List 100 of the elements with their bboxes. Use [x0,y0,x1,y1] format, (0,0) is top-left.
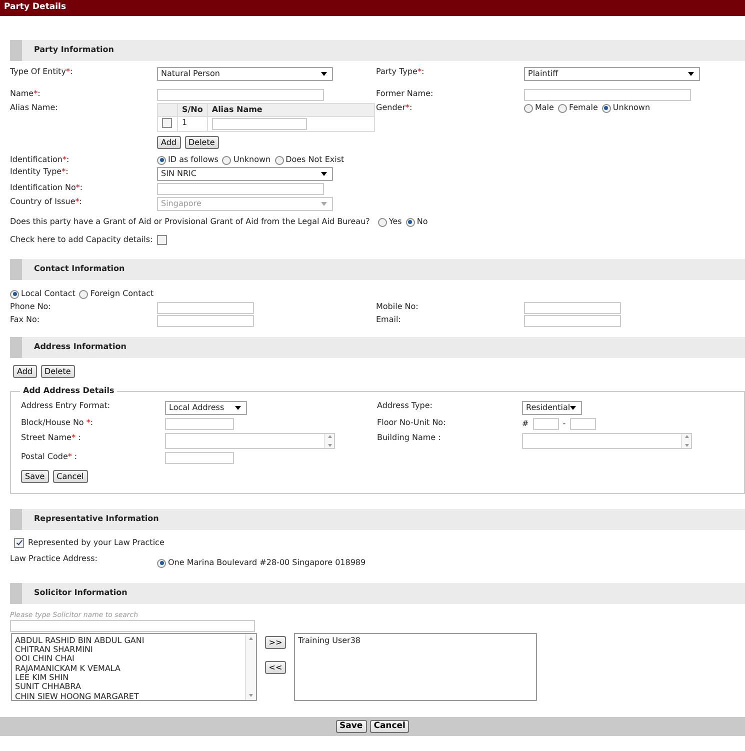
list-item[interactable]: LEE KIM SHIN [15,672,242,682]
caret-icon [321,172,327,176]
fieldset-legend: Add Address Details [20,386,118,396]
radio-label: No [416,217,428,227]
list-item[interactable]: OOI CHIN CHAI [15,654,242,664]
field-label: Email: [376,315,401,324]
section-header: Address Information [10,337,745,358]
scroll-down-icon[interactable] [328,444,332,447]
section-header: Party Information [10,40,745,61]
scroll-up-icon[interactable] [328,435,332,438]
add-button[interactable]: Add [13,365,36,378]
unit-field[interactable] [570,418,596,430]
checkbox-label: Check here to add Capacity details: [10,235,153,245]
field-label: Party Type*: [376,67,424,76]
radio-button[interactable] [558,104,567,112]
field-label: Gender*: [376,103,412,112]
radio-button[interactable] [274,156,284,164]
unit-separator: - [562,419,566,429]
text-field[interactable] [157,183,324,195]
save-button[interactable]: Save [336,720,367,733]
radio-button[interactable] [602,104,611,112]
scroll-up-icon[interactable] [249,636,253,640]
field-label: Postal Code* : [21,452,78,461]
search-field[interactable] [10,620,255,632]
selected-list[interactable]: Training User38 [294,632,537,701]
represented-checkbox[interactable] [14,538,24,548]
add-button[interactable]: Add [157,136,180,149]
caret-icon [688,72,694,76]
text-field[interactable] [157,315,254,327]
text-area[interactable] [165,433,335,449]
field-label: Fax No: [10,315,40,324]
radio-button[interactable] [157,558,166,568]
column-header: S/No [178,104,208,116]
text-field[interactable] [157,302,254,314]
checkbox-label: Represented by your Law Practice [28,538,164,548]
dropdown[interactable]: Natural Person [157,67,333,81]
caret-icon [235,406,241,410]
list-item[interactable]: Training User38 [298,636,533,646]
radio-button[interactable] [406,218,415,226]
field-label: Country of Issue*: [10,197,82,206]
alias-name-field[interactable] [212,118,307,130]
section-header: Contact Information [10,259,745,280]
field-label: Street Name* : [21,433,81,442]
unit-prefix: # [522,419,529,429]
radio-label: Foreign Contact [90,289,154,299]
solicitor-list[interactable]: ABDUL RASHID BIN ABDUL GANI CHITRAN SHARMINI OOI CHIN CHAI RAJAMANICKAM K VEMALA LEE KIM SHIN SUNIT CHHABRA CHIN SIEW HOONG MARGARET [11,632,257,701]
remove-left-button[interactable]: << [264,660,286,674]
text-field[interactable] [524,315,621,327]
list-item[interactable]: ABDUL RASHID BIN ABDUL GANI [15,636,242,646]
radio-label: Male [535,103,554,113]
scrollbar[interactable] [245,634,256,700]
scroll-down-icon[interactable] [249,694,253,697]
text-field[interactable] [165,418,234,430]
text-field[interactable] [157,89,324,101]
field-label: Name*: [10,89,40,98]
column-header: Alias Name [207,104,374,116]
field-label: Type Of Entity*: [10,67,73,76]
text-area[interactable] [522,433,692,449]
table-cell: 1 [178,116,208,132]
dropdown[interactable]: Residential [522,401,582,415]
caret-icon [321,202,327,206]
page-title: Party Details [0,0,745,16]
radio-label: Unknown [233,155,271,165]
radio-button[interactable] [378,218,387,226]
field-label: Address Type: [377,401,432,410]
scroll-up-icon[interactable] [684,435,688,438]
field-label: Identification*: [10,155,70,164]
caret-icon [570,406,576,410]
text-field[interactable] [524,302,621,314]
field-label: Identity Type*: [10,167,68,176]
dropdown[interactable]: Plaintiff [524,67,700,81]
radio-button[interactable] [10,290,19,298]
floor-field[interactable] [532,418,559,430]
radio-label: Local Contact [21,289,76,299]
list-item[interactable]: SUNIT CHHABRA [15,682,242,692]
delete-button[interactable]: Delete [184,136,219,149]
radio-button[interactable] [524,104,533,112]
dropdown[interactable]: SIN NRIC [157,167,333,181]
list-item[interactable]: RAJAMANICKAM K VEMALA [15,664,242,673]
list-item[interactable]: CHITRAN SHARMINI [15,645,242,654]
text-field[interactable] [165,452,234,464]
capacity-checkbox[interactable] [156,235,167,245]
radio-button[interactable] [79,290,88,298]
delete-button[interactable]: Delete [40,365,75,378]
scroll-down-icon[interactable] [684,444,688,447]
caret-icon [321,72,327,76]
text-field[interactable] [524,89,691,101]
radio-label: Yes [388,217,402,227]
radio-button[interactable] [157,156,166,164]
list-item[interactable]: CHIN SIEW HOONG MARGARET [15,692,242,701]
cancel-button[interactable]: Cancel [52,470,88,483]
add-right-button[interactable]: >> [264,636,286,649]
field-label: Phone No: [10,302,51,311]
dropdown[interactable]: Local Address [165,401,247,415]
save-button[interactable]: Save [21,470,49,483]
radio-button[interactable] [222,156,232,164]
cancel-button[interactable]: Cancel [370,720,410,733]
section-header: Solicitor Information [10,583,745,604]
radio-label: Unknown [612,103,650,113]
row-checkbox[interactable] [162,118,172,128]
